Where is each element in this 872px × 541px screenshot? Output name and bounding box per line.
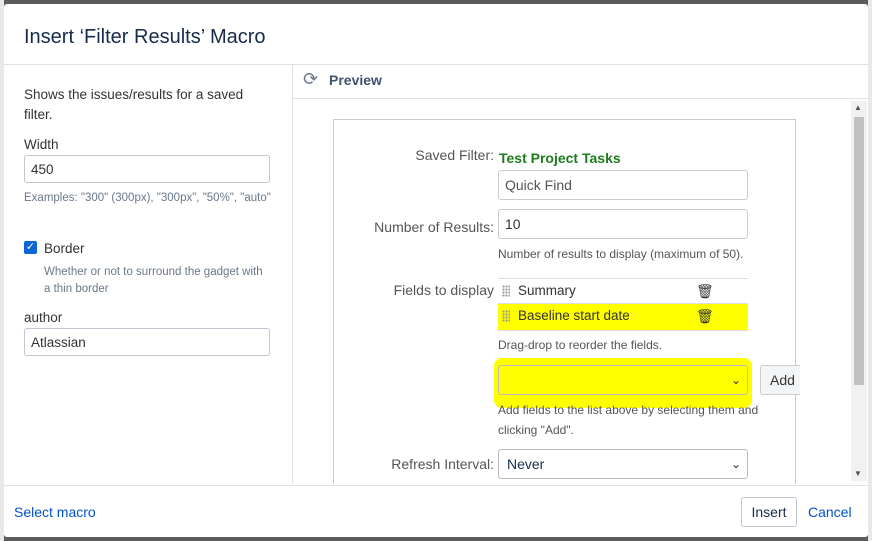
saved-filter-label: Saved Filter: bbox=[415, 147, 494, 163]
cancel-link[interactable]: Cancel bbox=[808, 504, 852, 520]
scroll-up-icon[interactable]: ▲ bbox=[854, 103, 862, 112]
filter-results-form: Saved Filter: Test Project Tasks Quick F… bbox=[333, 119, 800, 484]
refresh-interval-label: Refresh Interval: bbox=[391, 456, 494, 472]
preview-scrollbar[interactable]: ▲ ▼ bbox=[851, 101, 867, 481]
dialog-title: Insert ‘Filter Results’ Macro bbox=[24, 26, 266, 48]
refresh-interval-select[interactable]: Never ⌄ bbox=[498, 449, 748, 479]
quick-find-input[interactable]: Quick Find bbox=[498, 170, 748, 200]
num-results-hint: Number of results to display (maximum of… bbox=[498, 247, 744, 261]
macro-dialog: Insert ‘Filter Results’ Macro Shows the … bbox=[4, 4, 868, 537]
insert-button[interactable]: Insert bbox=[741, 497, 797, 527]
author-input[interactable]: Atlassian bbox=[24, 328, 270, 356]
preview-label: Preview bbox=[329, 72, 382, 88]
scroll-down-icon[interactable]: ▼ bbox=[854, 469, 862, 478]
add-field-select[interactable]: ⌄ bbox=[498, 365, 748, 395]
fields-label: Fields to display bbox=[393, 282, 494, 298]
dialog-footer: Select macro Insert Cancel bbox=[4, 485, 868, 537]
reorder-hint: Drag-drop to reorder the fields. bbox=[498, 338, 663, 352]
field-name: Baseline start date bbox=[518, 308, 630, 323]
num-results-input[interactable]: 10 bbox=[498, 209, 748, 239]
chevron-down-icon: ⌄ bbox=[730, 373, 741, 387]
drag-handle-icon[interactable] bbox=[502, 310, 510, 322]
field-name: Summary bbox=[518, 283, 576, 298]
chevron-down-icon: ⌄ bbox=[730, 457, 741, 471]
width-input[interactable]: 450 bbox=[24, 155, 270, 183]
field-row-baseline[interactable]: Baseline start date 🗑 bbox=[498, 303, 748, 331]
border-label: Border bbox=[44, 241, 85, 256]
macro-parameters-panel: Shows the issues/results for a saved fil… bbox=[4, 65, 293, 484]
refresh-icon[interactable]: ⟳ bbox=[303, 70, 321, 88]
dialog-header: Insert ‘Filter Results’ Macro bbox=[4, 4, 868, 65]
refresh-interval-value: Never bbox=[507, 456, 545, 472]
saved-filter-value[interactable]: Test Project Tasks bbox=[499, 150, 621, 166]
num-results-label: Number of Results: bbox=[374, 219, 494, 235]
field-row-summary[interactable]: Summary 🗑 bbox=[498, 278, 748, 304]
add-button[interactable]: Add bbox=[760, 365, 800, 395]
trash-icon[interactable]: 🗑 bbox=[696, 279, 714, 303]
preview-content: Saved Filter: Test Project Tasks Quick F… bbox=[293, 99, 868, 484]
border-hint: Whether or not to surround the gadget wi… bbox=[44, 266, 263, 295]
author-label: author bbox=[24, 310, 63, 325]
checkmark-icon: ✓ bbox=[25, 241, 36, 253]
scrollbar-thumb[interactable] bbox=[854, 117, 864, 385]
drag-handle-icon[interactable] bbox=[502, 285, 510, 297]
width-label: Width bbox=[24, 137, 59, 152]
select-macro-link[interactable]: Select macro bbox=[14, 504, 96, 520]
add-hint: Add fields to the list above by selectin… bbox=[498, 403, 759, 437]
border-checkbox[interactable]: ✓ bbox=[24, 241, 37, 254]
width-hint: Examples: "300" (300px), "300px", "50%",… bbox=[24, 192, 271, 204]
background-right bbox=[868, 0, 872, 541]
trash-icon[interactable]: 🗑 bbox=[696, 304, 714, 328]
preview-panel: ⟳ Preview Saved Filter: Test Project Tas… bbox=[293, 60, 868, 484]
preview-bar: ⟳ Preview bbox=[293, 60, 868, 99]
macro-description: Shows the issues/results for a saved fil… bbox=[24, 87, 244, 122]
